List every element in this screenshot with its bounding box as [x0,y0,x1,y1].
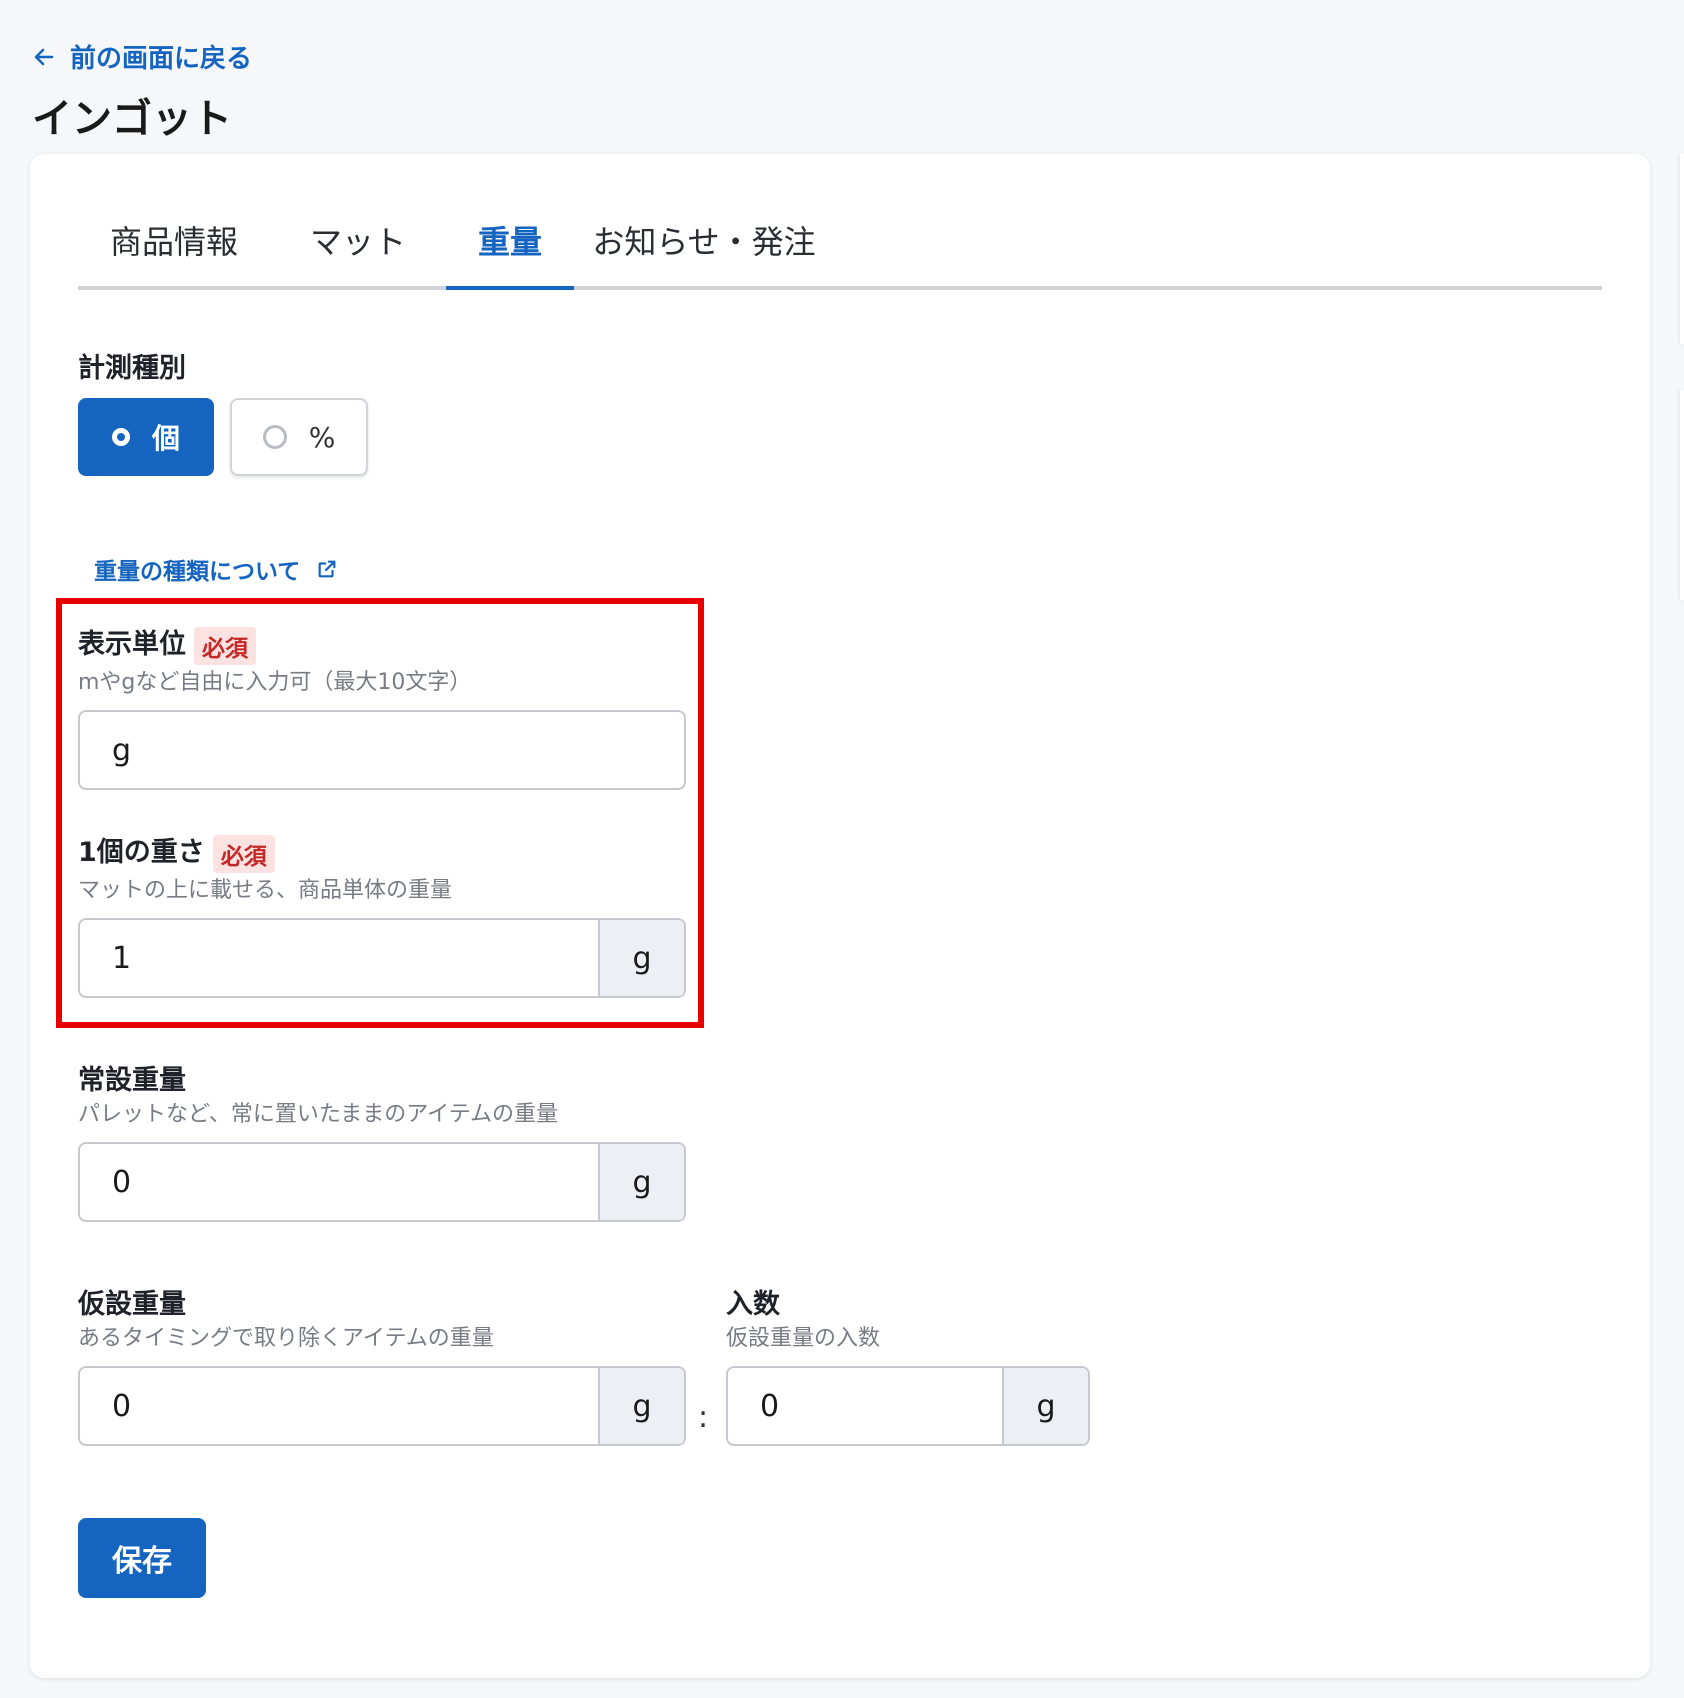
external-link-icon [318,560,336,578]
permanent-weight-value[interactable]: 0 [80,1144,598,1220]
tab-bar: 商品情報 マット 重量 お知らせ・発注 [78,194,1602,290]
measurement-option-percent[interactable]: % [230,398,368,476]
right-panel-edge-bottom [1680,390,1684,600]
arrow-left-icon [34,48,54,65]
measurement-type-label: 計測種別 [78,353,186,384]
save-button[interactable]: 保存 [78,1518,206,1598]
quantity-input[interactable]: 0 g [726,1366,1090,1446]
tab-weight[interactable]: 重量 [446,194,574,290]
display-unit-value[interactable]: g [80,712,684,788]
quantity-hint: 仮設重量の入数 [726,1326,881,1351]
unit-weight-unit: g [598,920,684,996]
tab-mat[interactable]: マット [270,194,446,286]
temporary-weight-unit: g [598,1368,684,1444]
temporary-weight-label: 仮設重量 [78,1289,186,1320]
required-badge: 必須 [212,834,275,873]
measurement-option-percent-label: % [308,420,336,454]
unit-weight-input[interactable]: 1 g [78,918,686,998]
measurement-option-piece-label: 個 [151,422,180,455]
main-card: 商品情報 マット 重量 お知らせ・発注 計測種別 個 % 重量の種類について 表… [30,154,1650,1678]
temporary-weight-input[interactable]: 0 g [78,1366,686,1446]
right-panel-edge-top [1680,154,1684,344]
quantity-label: 入数 [726,1289,780,1320]
page-title: インゴット [32,96,232,142]
unit-weight-hint: マットの上に載せる、商品単体の重量 [78,878,453,903]
quantity-unit: g [1002,1368,1088,1444]
tab-notice-order[interactable]: お知らせ・発注 [574,194,834,286]
tab-product-info[interactable]: 商品情報 [78,194,270,286]
radio-unselected-icon [262,425,287,449]
unit-weight-label: 1個の重さ 必須 [78,830,275,873]
back-link[interactable]: 前の画面に戻る [32,38,252,75]
weight-types-help-link[interactable]: 重量の種類について [94,552,338,586]
measurement-option-piece[interactable]: 個 [78,398,214,476]
radio-selected-icon [111,428,130,446]
display-unit-label: 表示単位 必須 [78,622,256,665]
temporary-weight-hint: あるタイミングで取り除くアイテムの重量 [78,1326,494,1351]
temporary-weight-value[interactable]: 0 [80,1368,598,1444]
required-badge: 必須 [194,626,256,665]
permanent-weight-input[interactable]: 0 g [78,1142,686,1222]
help-link-label: 重量の種類について [94,559,301,585]
display-unit-input[interactable]: g [78,710,686,790]
permanent-weight-label: 常設重量 [78,1065,186,1096]
unit-weight-value[interactable]: 1 [80,920,598,996]
display-unit-hint: mやgなど自由に入力可（最大10文字） [78,670,472,695]
permanent-weight-unit: g [598,1144,684,1220]
permanent-weight-hint: パレットなど、常に置いたままのアイテムの重量 [78,1102,559,1127]
ratio-separator: : [698,1400,709,1435]
quantity-value[interactable]: 0 [728,1368,1002,1444]
back-link-label: 前の画面に戻る [70,44,253,74]
